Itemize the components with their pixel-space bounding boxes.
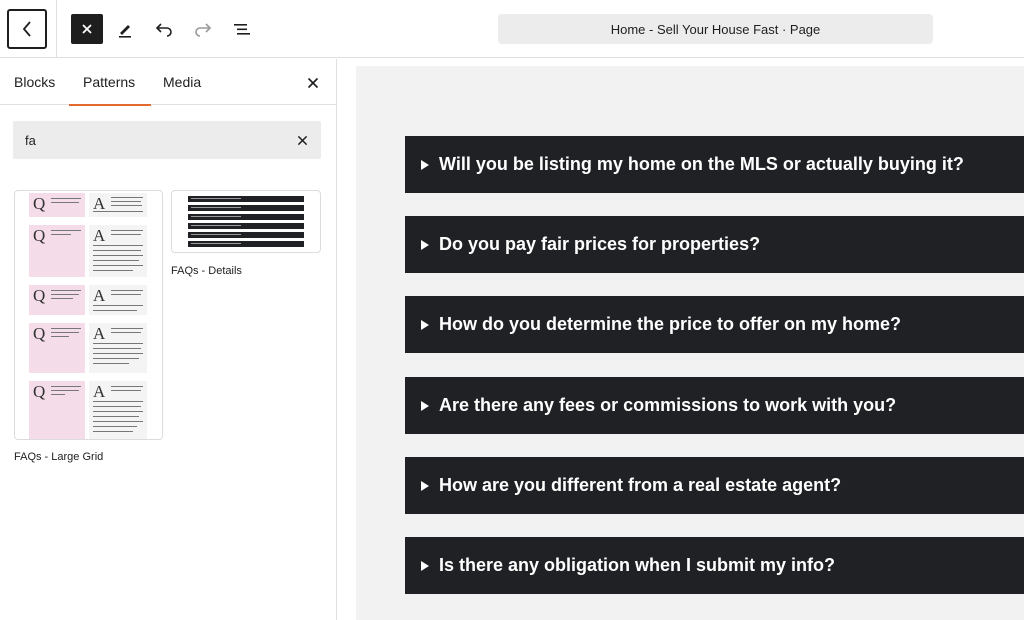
faq-item[interactable]: How do you determine the price to offer …	[405, 296, 1024, 353]
undo-icon	[155, 23, 172, 37]
back-button[interactable]	[7, 9, 47, 49]
faq-question: How are you different from a real estate…	[439, 475, 842, 495]
disclosure-triangle-icon	[421, 560, 429, 571]
pencil-icon	[119, 25, 131, 38]
redo-icon	[195, 23, 212, 37]
disclosure-triangle-icon	[421, 319, 429, 330]
document-title: Home - Sell Your House Fast · Page	[610, 21, 821, 37]
document-title-bar[interactable]: Home - Sell Your House Fast · Page	[498, 14, 933, 44]
faq-question: Do you pay fair prices for properties?	[439, 234, 761, 254]
toolbar-divider	[56, 0, 57, 58]
pattern-label-faqs-details[interactable]: FAQs - Details	[171, 265, 242, 277]
disclosure-triangle-icon	[421, 239, 429, 250]
list-view-icon	[234, 24, 250, 35]
undo-button[interactable]	[149, 14, 179, 44]
editor-canvas: Will you be listing my home on the MLS o…	[356, 66, 1024, 620]
tab-patterns[interactable]: Patterns	[68, 59, 152, 106]
faq-item[interactable]: Do you pay fair prices for properties?	[405, 216, 1024, 273]
editor-toolbar: Home - Sell Your House Fast · Page	[0, 0, 1024, 58]
tools-button[interactable]	[110, 14, 140, 44]
inserter-tabs: Blocks Patterns Media	[0, 59, 336, 106]
close-sidebar-button[interactable]	[302, 72, 324, 94]
close-icon	[297, 135, 307, 145]
redo-button[interactable]	[188, 14, 218, 44]
chevron-left-icon	[22, 21, 31, 37]
pattern-preview-faqs-details[interactable]	[171, 190, 321, 253]
faq-question: Are there any fees or commissions to wor…	[439, 395, 897, 415]
faq-question: Will you be listing my home on the MLS o…	[439, 154, 964, 174]
disclosure-triangle-icon	[421, 400, 429, 411]
pattern-label-faqs-large-grid[interactable]: FAQs - Large Grid	[14, 451, 103, 463]
disclosure-triangle-icon	[421, 480, 429, 491]
close-icon	[307, 77, 319, 89]
pattern-search	[13, 121, 321, 159]
close-inserter-button[interactable]	[71, 14, 103, 44]
tab-blocks[interactable]: Blocks	[14, 59, 55, 105]
inserter-sidebar: Blocks Patterns Media Q A Q A Q A Q A	[0, 59, 337, 620]
faq-item[interactable]: Will you be listing my home on the MLS o…	[405, 136, 1024, 193]
faq-question: Is there any obligation when I submit my…	[439, 555, 836, 575]
search-input[interactable]	[13, 121, 283, 159]
clear-search-button[interactable]	[292, 130, 312, 150]
pattern-preview-faqs-large-grid[interactable]: Q A Q A Q A Q A Q A	[14, 190, 163, 440]
faq-item[interactable]: Is there any obligation when I submit my…	[405, 537, 1024, 594]
faq-item[interactable]: How are you different from a real estate…	[405, 457, 1024, 514]
disclosure-triangle-icon	[421, 159, 429, 170]
faq-item[interactable]: Are there any fees or commissions to wor…	[405, 377, 1024, 434]
tab-media[interactable]: Media	[163, 59, 201, 105]
close-icon	[82, 24, 92, 34]
document-overview-button[interactable]	[227, 14, 257, 44]
faq-question: How do you determine the price to offer …	[439, 314, 902, 334]
